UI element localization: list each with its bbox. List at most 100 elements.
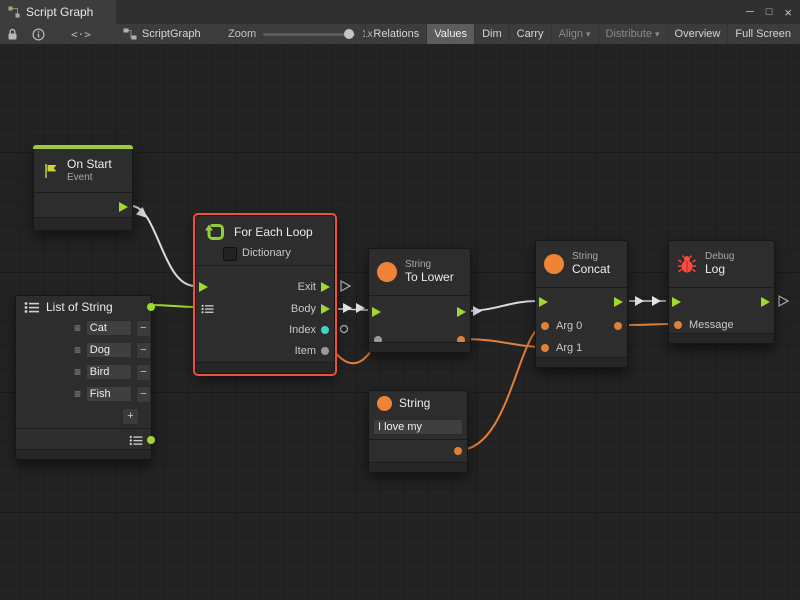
on-start-trigger-port[interactable] bbox=[119, 202, 128, 212]
foreach-list-input-port[interactable] bbox=[201, 304, 214, 314]
node-subtitle: Event bbox=[67, 172, 112, 184]
chevron-down-icon: ▾ bbox=[655, 29, 660, 39]
maximize-icon[interactable]: □ bbox=[766, 6, 773, 18]
zoom-label: Zoom bbox=[228, 28, 256, 40]
foreach-exit-port[interactable] bbox=[321, 282, 330, 292]
tolower-enter-port[interactable] bbox=[372, 307, 381, 317]
node-list-of-string[interactable]: List of String ≡ − ≡ − ≡ − ≡ − + bbox=[15, 295, 152, 460]
body-port-label: Body bbox=[291, 303, 316, 315]
list-item-input[interactable] bbox=[86, 320, 132, 336]
script-graph-toolbar-icon bbox=[123, 24, 137, 44]
zoom-slider[interactable] bbox=[263, 33, 355, 36]
list-item-input[interactable] bbox=[86, 342, 132, 358]
close-icon[interactable]: × bbox=[784, 5, 792, 20]
string-icon bbox=[544, 254, 564, 274]
add-item-button[interactable]: + bbox=[122, 408, 139, 425]
title-bar: Script Graph ─ □ × bbox=[0, 0, 800, 25]
drag-handle-icon[interactable]: ≡ bbox=[74, 387, 83, 401]
chevron-down-icon: ▾ bbox=[586, 29, 591, 39]
node-string-literal[interactable]: String bbox=[368, 390, 468, 473]
code-icon[interactable]: <·> bbox=[71, 24, 91, 44]
node-title: String bbox=[399, 396, 430, 410]
node-to-lower[interactable]: String To Lower bbox=[368, 248, 471, 353]
foreach-enter-port[interactable] bbox=[199, 282, 208, 292]
node-footer bbox=[196, 362, 334, 373]
overview-button[interactable]: Overview bbox=[667, 24, 728, 44]
toolbar-buttons: Relations Values Dim Carry Align▾ Distri… bbox=[365, 24, 798, 44]
for-each-loop-icon bbox=[204, 221, 226, 243]
dim-button[interactable]: Dim bbox=[474, 24, 509, 44]
zoom-slider-handle[interactable] bbox=[344, 29, 354, 39]
graph-name-label[interactable]: ScriptGraph bbox=[142, 28, 201, 40]
arg0-label: Arg 0 bbox=[556, 320, 582, 332]
string-icon bbox=[377, 262, 397, 282]
node-footer bbox=[536, 357, 627, 367]
align-button[interactable]: Align▾ bbox=[551, 24, 598, 44]
full-screen-button[interactable]: Full Screen bbox=[727, 24, 798, 44]
index-port-label: Index bbox=[289, 324, 316, 336]
node-concat[interactable]: String Concat Arg 0 Arg 1 bbox=[535, 240, 628, 368]
values-button[interactable]: Values bbox=[426, 24, 474, 44]
foreach-index-port[interactable] bbox=[321, 326, 329, 334]
event-highlight-bar bbox=[33, 145, 133, 149]
remove-item-button[interactable]: − bbox=[136, 342, 151, 359]
foreach-item-port[interactable] bbox=[321, 347, 329, 355]
window-controls: ─ □ × bbox=[746, 0, 792, 24]
literal-output-port[interactable] bbox=[454, 447, 462, 455]
node-title: On Start bbox=[67, 158, 112, 172]
message-label: Message bbox=[689, 319, 734, 331]
node-title: For Each Loop bbox=[234, 225, 313, 239]
string-literal-input[interactable] bbox=[373, 419, 463, 435]
concat-arg1-port[interactable] bbox=[541, 344, 549, 352]
list-item-input[interactable] bbox=[86, 364, 132, 380]
remove-item-button[interactable]: − bbox=[136, 320, 151, 337]
node-title: Log bbox=[705, 263, 734, 277]
node-debug-log[interactable]: Debug Log Message bbox=[668, 240, 775, 344]
tab-script-graph[interactable]: Script Graph bbox=[0, 0, 116, 24]
node-footer bbox=[669, 333, 774, 343]
remove-item-button[interactable]: − bbox=[136, 364, 151, 381]
node-for-each-loop[interactable]: For Each Loop Dictionary Exit Body Index… bbox=[195, 215, 335, 374]
remove-item-button[interactable]: − bbox=[136, 386, 151, 403]
log-enter-port[interactable] bbox=[672, 297, 681, 307]
node-title: List of String bbox=[46, 300, 113, 314]
node-on-start[interactable]: On Start Event bbox=[33, 145, 133, 231]
string-icon bbox=[377, 396, 392, 411]
log-exit-port[interactable] bbox=[761, 297, 770, 307]
list-item-input[interactable] bbox=[86, 386, 132, 402]
info-icon[interactable] bbox=[32, 24, 45, 44]
node-footer bbox=[34, 217, 132, 230]
exit-port-label: Exit bbox=[298, 281, 316, 293]
concat-exit-port[interactable] bbox=[614, 297, 623, 307]
distribute-button[interactable]: Distribute▾ bbox=[598, 24, 667, 44]
lock-icon[interactable] bbox=[7, 24, 18, 44]
tolower-exit-port[interactable] bbox=[457, 307, 466, 317]
graph-toolbar: <·> ScriptGraph Zoom 1x Relations Values… bbox=[0, 24, 800, 45]
flag-icon bbox=[42, 162, 60, 180]
drag-handle-icon[interactable]: ≡ bbox=[74, 365, 83, 379]
script-graph-tab-icon bbox=[8, 2, 20, 22]
concat-result-port[interactable] bbox=[614, 322, 622, 330]
concat-enter-port[interactable] bbox=[539, 297, 548, 307]
node-footer bbox=[369, 342, 470, 352]
node-footer bbox=[16, 449, 151, 459]
carry-button[interactable]: Carry bbox=[509, 24, 551, 44]
drag-handle-icon[interactable]: ≡ bbox=[74, 343, 83, 357]
concat-arg0-port[interactable] bbox=[541, 322, 549, 330]
arg1-label: Arg 1 bbox=[556, 342, 582, 354]
bug-icon bbox=[677, 254, 697, 274]
item-port-label: Item bbox=[295, 345, 316, 357]
node-footer bbox=[369, 462, 467, 472]
foreach-body-port[interactable] bbox=[321, 304, 330, 314]
node-title: Concat bbox=[572, 263, 610, 277]
relations-button[interactable]: Relations bbox=[365, 24, 426, 44]
node-title: To Lower bbox=[405, 271, 454, 285]
list-result-port[interactable] bbox=[147, 436, 155, 444]
dictionary-checkbox[interactable] bbox=[223, 247, 237, 261]
list-output-icon[interactable] bbox=[129, 435, 143, 446]
log-message-port[interactable] bbox=[674, 321, 682, 329]
list-header-output-port[interactable] bbox=[147, 303, 155, 311]
dictionary-label: Dictionary bbox=[242, 247, 291, 259]
drag-handle-icon[interactable]: ≡ bbox=[74, 321, 83, 335]
minimize-icon[interactable]: ─ bbox=[746, 6, 754, 18]
